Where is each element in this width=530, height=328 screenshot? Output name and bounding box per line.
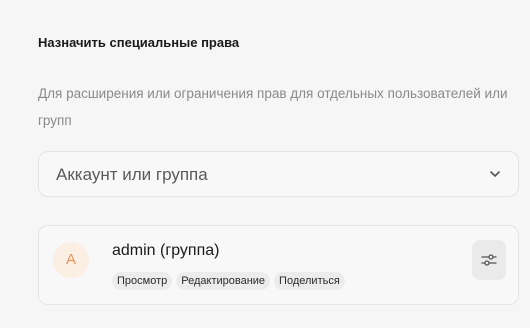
entry-name: admin (группа): [112, 242, 220, 259]
chevron-down-icon: [490, 171, 500, 177]
permission-badge-view: Просмотр: [112, 272, 173, 290]
permission-badge-share: Поделиться: [274, 272, 345, 290]
sliders-icon: [481, 254, 497, 266]
permission-badges: Просмотр Редактирование Поделиться: [112, 272, 345, 290]
avatar: A: [53, 242, 89, 278]
section-title: Назначить специальные права: [38, 35, 240, 50]
entry-settings-button[interactable]: [472, 240, 506, 280]
section-description: Для расширения или ограничения прав для …: [38, 86, 508, 128]
permission-entry: A admin (группа) Просмотр Редактирование…: [38, 225, 519, 305]
account-or-group-select[interactable]: Аккаунт или группа: [38, 151, 519, 197]
permission-badge-edit: Редактирование: [176, 272, 271, 290]
special-permissions-panel: Назначить специальные права Для расширен…: [0, 0, 530, 328]
account-select-placeholder: Аккаунт или группа: [56, 165, 208, 184]
